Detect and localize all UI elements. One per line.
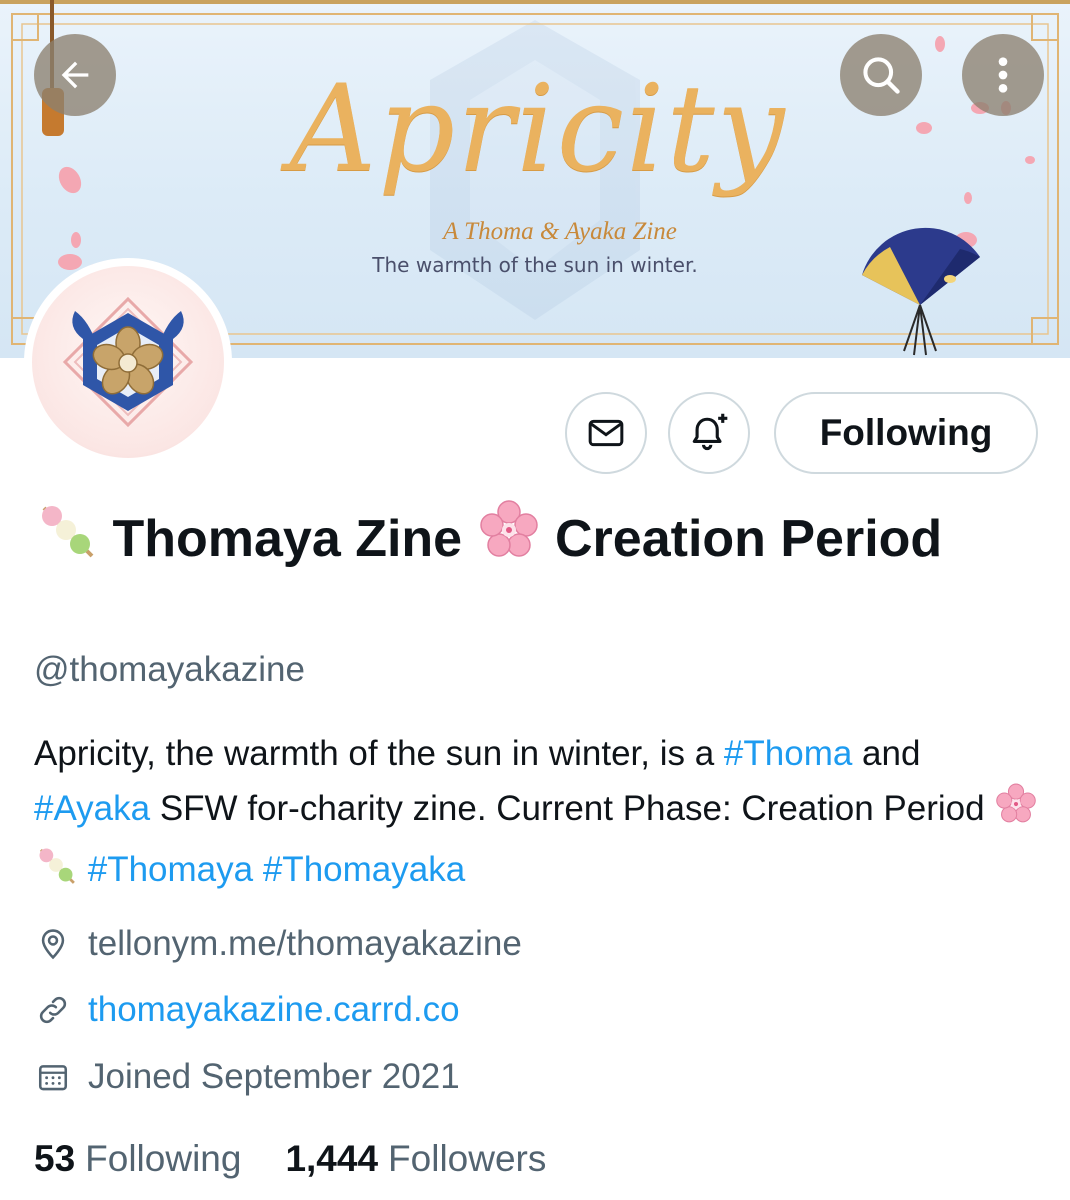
display-name: Thomaya Zine Creation Period — [34, 498, 1034, 582]
hashtag-ayaka[interactable]: #Ayaka — [34, 789, 150, 828]
profile-location: tellonym.me/thomayakazine — [34, 922, 522, 966]
profile-joined-date: Joined September 2021 — [34, 1055, 460, 1099]
avatar-image — [32, 266, 224, 458]
message-button[interactable] — [565, 392, 647, 474]
followers-count-link[interactable]: 1,444 Followers — [285, 1138, 546, 1180]
bio-text: SFW for-charity zine. Current Phase: Cre… — [150, 789, 995, 828]
cherry-blossom-emoji-icon — [477, 498, 541, 582]
link-icon — [34, 991, 72, 1029]
bio-text: Apricity, the warmth of the sun in winte… — [34, 734, 724, 773]
search-button[interactable] — [840, 34, 922, 116]
hashtag-thoma[interactable]: #Thoma — [724, 734, 852, 773]
dango-emoji-icon — [34, 498, 98, 582]
follow-stats: 53 Following 1,444 Followers — [34, 1138, 590, 1180]
following-button[interactable]: Following — [774, 392, 1038, 474]
hashtag-thomayaka[interactable]: #Thomayaka — [263, 850, 465, 889]
profile-avatar[interactable] — [24, 258, 232, 466]
crest-logo-icon — [62, 296, 194, 428]
following-count: 53 — [34, 1138, 76, 1179]
display-name-part1: Thomaya Zine — [112, 510, 463, 568]
followers-label: Followers — [388, 1138, 547, 1179]
followers-count: 1,444 — [285, 1138, 379, 1179]
hashtag-thomaya[interactable]: #Thomaya — [88, 850, 253, 889]
location-text: tellonym.me/thomayakazine — [88, 924, 522, 963]
display-name-part2: Creation Period — [555, 510, 943, 568]
joined-text: Joined September 2021 — [88, 1057, 460, 1096]
dango-emoji-icon — [34, 843, 78, 903]
following-count-link[interactable]: 53 Following — [34, 1138, 241, 1180]
profile-website[interactable]: thomayakazine.carrd.co — [34, 988, 460, 1032]
envelope-icon — [588, 419, 624, 447]
location-pin-icon — [34, 925, 72, 963]
more-vertical-icon — [998, 57, 1008, 93]
profile-handle: @thomayakazine — [34, 650, 305, 689]
profile-bio: Apricity, the warmth of the sun in winte… — [34, 726, 1044, 903]
calendar-icon — [34, 1058, 72, 1096]
cherry-blossom-emoji-icon — [994, 782, 1038, 842]
more-options-button[interactable] — [962, 34, 1044, 116]
banner-tagline: The warmth of the sun in winter. — [372, 253, 698, 277]
search-icon — [863, 57, 900, 94]
banner-subtitle: A Thoma & Ayaka Zine — [443, 218, 677, 245]
arrow-left-icon — [61, 61, 89, 89]
back-button[interactable] — [34, 34, 116, 116]
banner-title: Apricity — [289, 60, 787, 199]
notifications-button[interactable] — [668, 392, 750, 474]
website-link[interactable]: thomayakazine.carrd.co — [88, 990, 460, 1030]
bell-plus-icon — [692, 413, 728, 451]
following-label: Following — [85, 1138, 242, 1179]
bio-text: and — [852, 734, 921, 773]
